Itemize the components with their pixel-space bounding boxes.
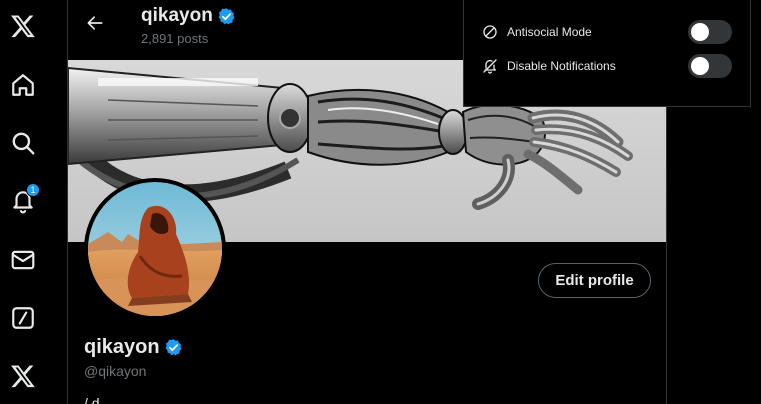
grok-icon[interactable] [6,301,40,335]
profile-handle: @qikayon [84,363,147,379]
verified-badge-icon [164,338,183,357]
profile-avatar[interactable] [84,178,226,320]
premium-x-icon[interactable] [6,359,40,393]
home-icon[interactable] [6,68,40,102]
back-arrow-icon[interactable] [82,10,108,36]
disable-notifications-toggle[interactable] [688,54,732,78]
antisocial-mode-label: Antisocial Mode [507,25,592,39]
notifications-badge: 1 [26,183,40,197]
header-display-name: qikayon [141,5,236,27]
disable-notifications-label: Disable Notifications [507,59,616,73]
verified-badge-icon [217,7,236,26]
explore-search-icon[interactable] [6,126,40,160]
prohibited-icon [483,25,497,39]
left-navigation: 1 [0,0,46,404]
antisocial-mode-toggle[interactable] [688,20,732,44]
disable-notifications-option[interactable]: Disable Notifications [482,54,616,78]
edit-profile-button[interactable]: Edit profile [538,263,651,298]
header-name-text: qikayon [141,5,213,26]
messages-envelope-icon[interactable] [6,243,40,277]
toggle-knob [691,23,709,41]
profile-bio: / d ... ... ... ... ... ... [84,395,193,404]
settings-popup: Antisocial Mode Disable Notifications [463,0,751,107]
bell-off-icon [483,59,497,74]
header-post-count: 2,891 posts [141,31,209,46]
profile-name-text: qikayon [84,336,160,358]
toggle-knob [691,57,709,75]
notifications-bell-icon[interactable]: 1 [6,183,40,218]
antisocial-mode-option[interactable]: Antisocial Mode [482,20,592,44]
x-logo-icon[interactable] [6,9,40,43]
profile-display-name: qikayon [84,336,183,359]
